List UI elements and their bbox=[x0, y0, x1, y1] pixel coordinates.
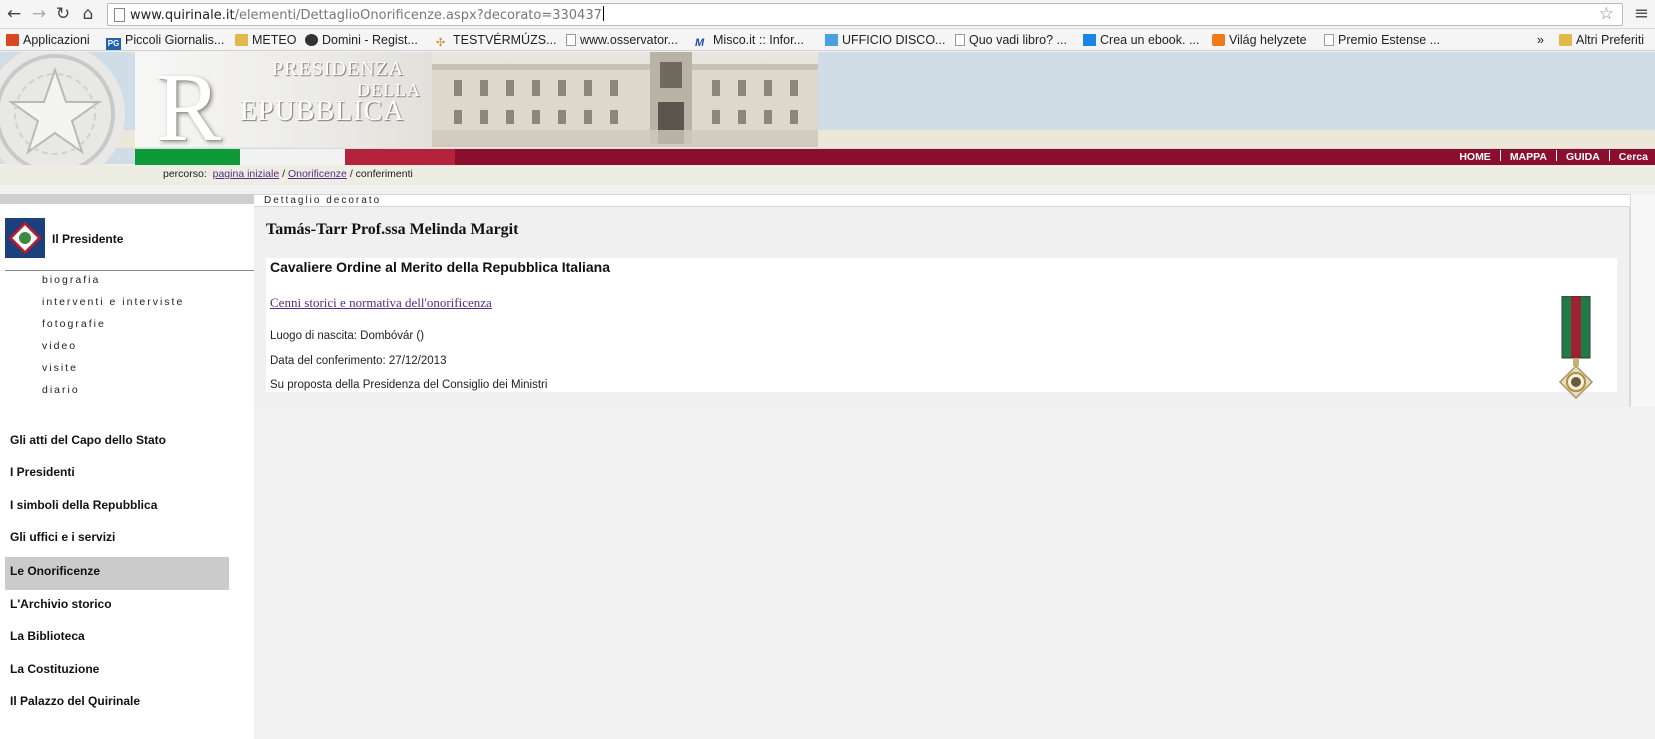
bookmark-item[interactable]: www.osservator... bbox=[566, 32, 678, 48]
bookmark-item[interactable]: METEO bbox=[235, 32, 296, 48]
sidebar-subitem-interventi[interactable]: interventi e interviste bbox=[42, 296, 184, 308]
sidebar-item-biblioteca[interactable]: La Biblioteca bbox=[10, 629, 85, 643]
bookmarks-overflow-chevron-icon[interactable]: » bbox=[1537, 32, 1544, 48]
top-nav: HOME MAPPA GUIDA Cerca bbox=[1459, 149, 1648, 165]
apps-grid-icon bbox=[6, 34, 19, 46]
sidebar-subitem-diario[interactable]: diario bbox=[42, 384, 80, 396]
url-path: /elementi/DettaglioOnorificenze.aspx?dec… bbox=[234, 8, 602, 23]
url-host: www.quirinale.it bbox=[130, 8, 235, 23]
medal-icon bbox=[1556, 295, 1596, 400]
president-emblem-icon bbox=[5, 218, 45, 258]
sidebar-item-archivio[interactable]: L'Archivio storico bbox=[10, 597, 112, 611]
nav-home[interactable]: HOME bbox=[1459, 151, 1491, 163]
decorated-person-name: Tamás-Tarr Prof.ssa Melinda Margit bbox=[266, 221, 519, 238]
page-icon bbox=[566, 34, 576, 46]
bookmark-item[interactable]: Premio Estense ... bbox=[1324, 32, 1440, 48]
breadcrumb-link-home[interactable]: pagina iniziale bbox=[213, 168, 280, 180]
divider bbox=[5, 270, 254, 271]
blogger-icon bbox=[1212, 34, 1225, 46]
logo-text-presidenza: PRESIDENZA bbox=[272, 58, 405, 80]
bookmark-item[interactable]: Crea un ebook. ... bbox=[1083, 32, 1199, 48]
sidebar-item-palazzo[interactable]: Il Palazzo del Quirinale bbox=[10, 694, 140, 708]
proposal-text: Su proposta della Presidenza del Consigl… bbox=[270, 379, 548, 391]
back-arrow-icon[interactable]: ← bbox=[4, 4, 24, 24]
misco-icon: M bbox=[695, 37, 705, 49]
bookmark-star-icon[interactable]: ☆ bbox=[1599, 4, 1614, 24]
sidebar-subitem-biografia[interactable]: biografia bbox=[42, 274, 100, 286]
site-header: R PRESIDENZA DELLA EPUBBLICA HOME MAPPA GU… bbox=[0, 52, 1655, 184]
bookmark-item[interactable]: ✣ TESTVÉRMÚZS... bbox=[436, 32, 556, 49]
page-icon bbox=[1324, 34, 1334, 46]
birthplace-value: Dombóvár () bbox=[360, 330, 425, 342]
url-text[interactable]: www.quirinale.it/elementi/DettaglioOnori… bbox=[130, 6, 604, 23]
address-bar[interactable]: www.quirinale.it/elementi/DettaglioOnori… bbox=[107, 3, 1623, 26]
logo-text-epubblica: EPUBBLICA bbox=[240, 96, 405, 127]
flag-white-stripe bbox=[240, 149, 345, 165]
bookmark-item[interactable]: Domini - Regist... bbox=[305, 32, 418, 48]
bookmark-item[interactable]: Világ helyzete bbox=[1212, 32, 1307, 48]
pg-icon: PG bbox=[106, 38, 121, 50]
sidebar-subitem-video[interactable]: video bbox=[42, 340, 77, 352]
bookmark-item[interactable]: Applicazioni bbox=[6, 32, 90, 48]
folder-icon bbox=[235, 34, 248, 46]
honor-history-link[interactable]: Cenni storici e normativa dell'onorifice… bbox=[270, 295, 492, 311]
flag-icon bbox=[1083, 34, 1096, 46]
conferment-date-value: 27/12/2013 bbox=[388, 355, 447, 367]
content-tab-row bbox=[254, 194, 1630, 207]
bookmark-item[interactable]: PG Piccoli Giornalis... bbox=[106, 32, 224, 50]
other-bookmarks-folder[interactable]: Altri Preferiti bbox=[1559, 32, 1644, 48]
browser-window: ← → ↻ ⌂ www.quirinale.it/elementi/Dettag… bbox=[0, 0, 1655, 739]
sidebar-item-presidenti[interactable]: I Presidenti bbox=[10, 465, 75, 479]
site-icon: ✣ bbox=[436, 37, 446, 49]
nav-cerca[interactable]: Cerca bbox=[1619, 151, 1648, 163]
reload-icon[interactable]: ↻ bbox=[53, 4, 73, 24]
breadcrumb: percorso: pagina iniziale / Onorificenze… bbox=[163, 168, 413, 180]
folder-icon bbox=[1559, 34, 1572, 46]
breadcrumb-link-onorificenze[interactable]: Onorificenze bbox=[288, 168, 347, 180]
bookmark-item[interactable]: M Misco.it :: Infor... bbox=[695, 32, 804, 49]
sidebar-item-simboli[interactable]: I simboli della Repubblica bbox=[10, 498, 157, 512]
breadcrumb-prefix: percorso: bbox=[163, 168, 207, 180]
honor-title: Cavaliere Ordine al Merito della Repubbl… bbox=[270, 259, 610, 275]
logo-letter-r: R bbox=[156, 54, 222, 162]
conferment-date-row: Data del conferimento: 27/12/2013 bbox=[270, 355, 447, 367]
sidebar-item-costituzione[interactable]: La Costituzione bbox=[10, 662, 99, 676]
page-icon bbox=[114, 8, 125, 22]
flag-red-stripe bbox=[345, 149, 455, 165]
globe-icon bbox=[305, 34, 318, 46]
sidebar-subitem-visite[interactable]: visite bbox=[42, 362, 78, 374]
browser-menu-icon[interactable]: ≡ bbox=[1634, 3, 1649, 24]
forward-arrow-icon[interactable]: → bbox=[29, 4, 49, 24]
nav-guida[interactable]: GUIDA bbox=[1566, 151, 1600, 163]
birthplace-row: Luogo di nascita: Dombóvár () bbox=[270, 330, 425, 342]
page-icon bbox=[955, 34, 965, 46]
bird-icon bbox=[825, 34, 838, 46]
sidebar: Il Presidente biografia interventi e int… bbox=[0, 204, 254, 739]
sidebar-item-uffici[interactable]: Gli uffici e i servizi bbox=[10, 530, 115, 544]
sidebar-subitem-fotografie[interactable]: fotografie bbox=[42, 318, 106, 330]
sidebar-item-atti[interactable]: Gli atti del Capo dello Stato bbox=[10, 433, 166, 447]
breadcrumb-current: conferimenti bbox=[355, 168, 413, 180]
breadcrumb-bar: percorso: pagina iniziale / Onorificenze… bbox=[0, 165, 1655, 185]
home-icon[interactable]: ⌂ bbox=[78, 4, 98, 24]
content-tab-dettaglio: Dettaglio decorato bbox=[264, 195, 382, 206]
nav-mappa[interactable]: MAPPA bbox=[1510, 151, 1547, 163]
bookmark-item[interactable]: UFFICIO DISCO... bbox=[825, 32, 945, 48]
sidebar-item-onorificenze[interactable]: Le Onorificenze bbox=[10, 564, 100, 578]
bookmark-item[interactable]: Quo vadi libro? ... bbox=[955, 32, 1067, 48]
sidebar-president-heading[interactable]: Il Presidente bbox=[52, 232, 123, 246]
browser-toolbar: ← → ↻ ⌂ www.quirinale.it/elementi/Dettag… bbox=[0, 0, 1655, 29]
flag-green-stripe bbox=[135, 149, 240, 165]
bookmarks-bar: Applicazioni PG Piccoli Giornalis... METE… bbox=[0, 29, 1655, 51]
quirinale-palace-image bbox=[432, 52, 818, 147]
honor-card bbox=[266, 258, 1617, 392]
